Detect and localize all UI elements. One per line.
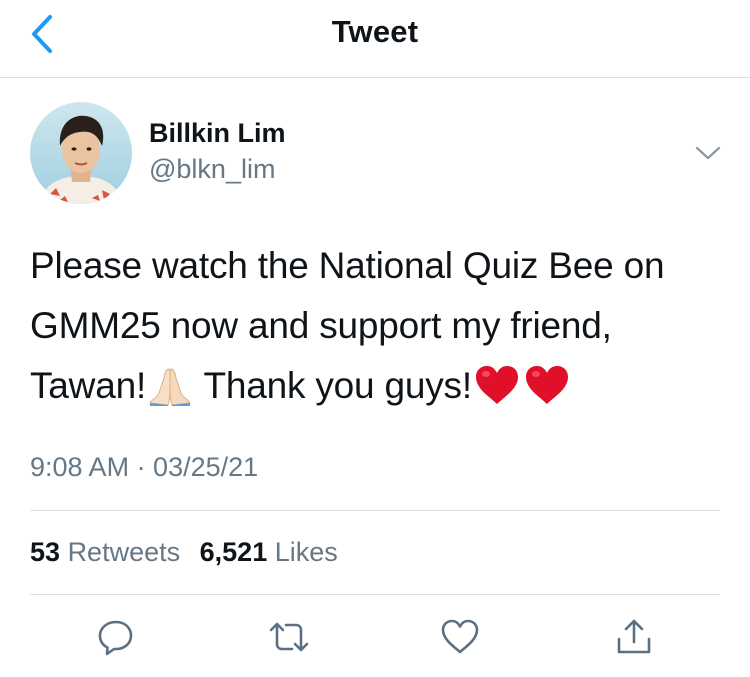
avatar-image	[30, 102, 132, 204]
likes-count: 6,521	[199, 537, 268, 567]
chevron-down-icon	[695, 146, 721, 160]
folded-hands-icon	[149, 368, 191, 406]
page-title: Tweet	[331, 14, 419, 49]
author-handle[interactable]: @blkn_lim	[149, 154, 275, 185]
author-display-name[interactable]: Billkin Lim	[149, 118, 286, 149]
likes-label: Likes	[274, 537, 338, 567]
tweet-line-1: Please watch the National Quiz Bee on	[30, 245, 665, 286]
tweet-line-3-text-a: Tawan!	[30, 365, 147, 406]
more-options-button[interactable]	[690, 138, 726, 168]
reply-icon	[98, 620, 133, 656]
likes-stat[interactable]: 6,521 Likes	[200, 537, 338, 567]
retweets-stat[interactable]: 53 Retweets	[30, 537, 180, 567]
share-icon	[617, 619, 651, 654]
tweet-line-2: GMM25 now and support my friend,	[30, 305, 612, 346]
divider	[30, 594, 720, 595]
tweet-timestamp[interactable]: 9:08 AM · 03/25/21	[30, 452, 258, 483]
reply-button[interactable]	[94, 615, 138, 659]
like-button[interactable]	[438, 615, 482, 659]
tweet-stats: 53 Retweets 6,521 Likes	[30, 537, 350, 568]
avatar[interactable]	[30, 102, 132, 204]
retweets-label: Retweets	[67, 537, 181, 567]
header-bar: Tweet	[0, 0, 750, 78]
divider	[30, 510, 720, 511]
tweet-line-3-text-b: Thank you guys!	[194, 365, 472, 406]
like-icon	[441, 619, 479, 654]
tweet-text: Please watch the National Quiz Bee on GM…	[30, 236, 730, 416]
retweets-count: 53	[30, 537, 61, 567]
retweet-icon	[269, 622, 309, 652]
retweet-button[interactable]	[267, 615, 311, 659]
tweet-line-3: Tawan! Thank you guys!	[30, 356, 730, 416]
share-button[interactable]	[612, 615, 656, 659]
red-heart-icon	[525, 366, 568, 404]
red-heart-icon	[475, 366, 518, 404]
